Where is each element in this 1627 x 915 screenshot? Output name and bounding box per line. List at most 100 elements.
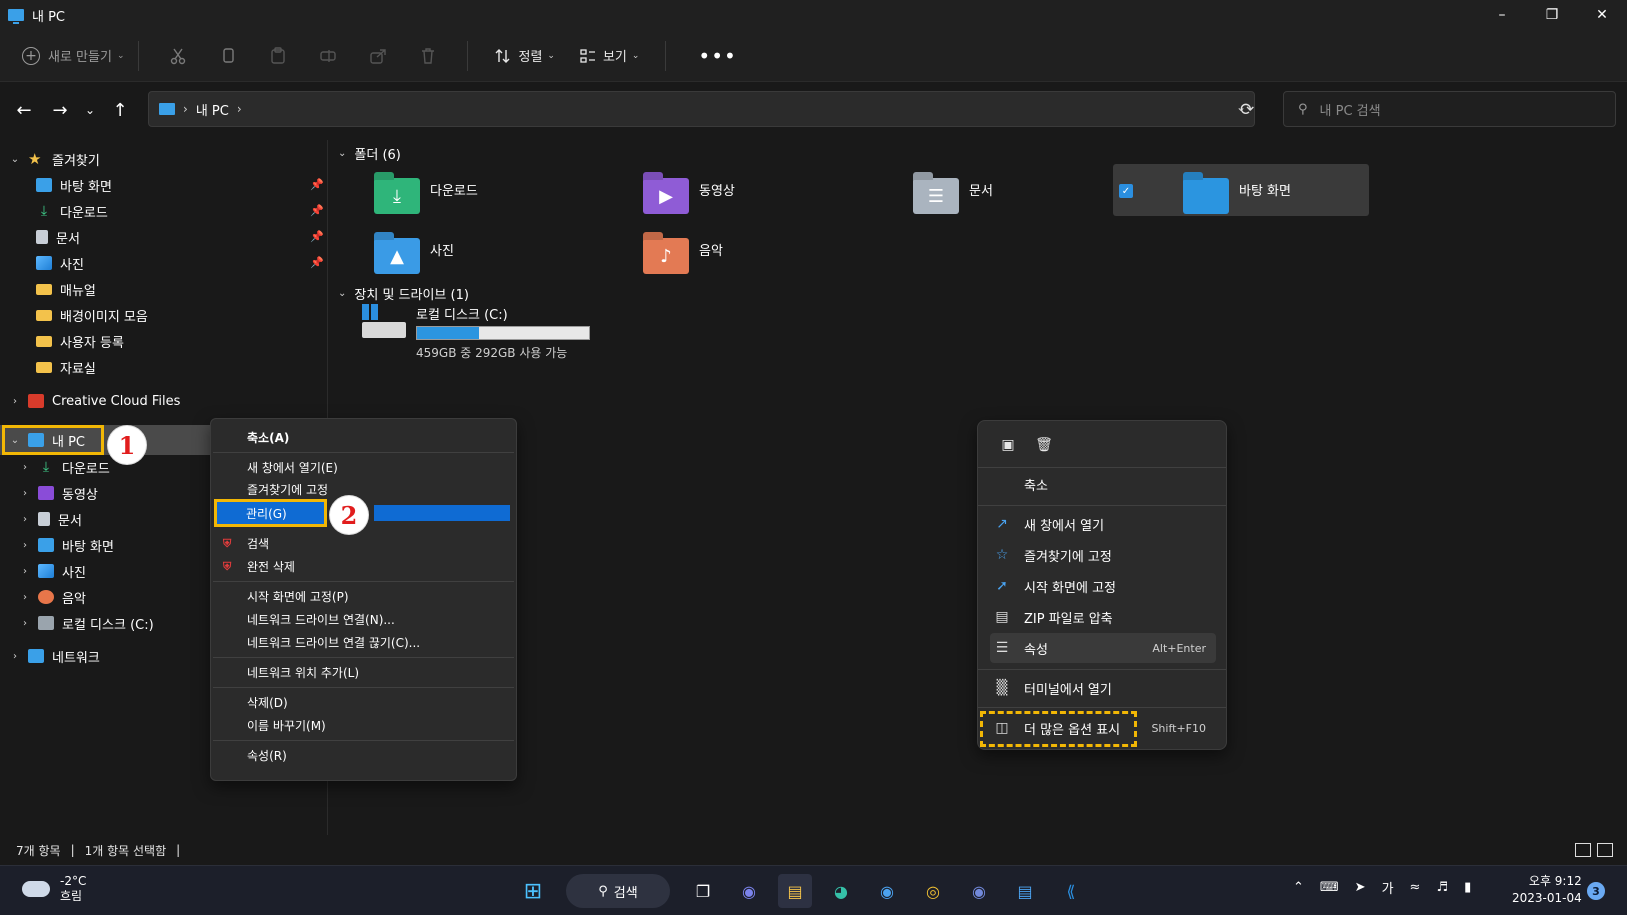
battery-icon[interactable]: ▮ bbox=[1464, 880, 1471, 895]
drives-group-header[interactable]: ⌄ 장치 및 드라이브 (1) bbox=[338, 284, 469, 303]
close-button[interactable]: ✕ bbox=[1577, 0, 1627, 30]
windows-start-icon[interactable]: ⊞ bbox=[516, 874, 550, 908]
forward-arrow-icon[interactable]: → bbox=[42, 92, 78, 128]
clock[interactable]: 오후 9:12 2023-01-04 bbox=[1512, 873, 1582, 907]
address-bar[interactable]: › 내 PC › ⌄ bbox=[148, 91, 1255, 127]
sidebar-item-documents[interactable]: 문서 bbox=[36, 224, 80, 250]
sidebar-item-user-registration[interactable]: 사용자 등록 bbox=[36, 328, 124, 354]
menu-item-properties[interactable]: 속성(R) bbox=[247, 747, 287, 764]
folder-downloads[interactable]: ⤓ 다운로드 bbox=[374, 178, 478, 214]
menu-item-disconnect-network-drive[interactable]: 네트워크 드라이브 연결 끊기(C)... bbox=[247, 634, 420, 651]
menu-item-pin-start[interactable]: ➚ 시작 화면에 고정 bbox=[990, 571, 1216, 601]
folder-videos[interactable]: ▶ 동영상 bbox=[643, 178, 735, 214]
menu-item-delete[interactable]: 삭제(D) bbox=[247, 694, 288, 711]
sidebar-item-pc-documents[interactable]: › 문서 bbox=[18, 506, 82, 532]
paste-button[interactable] bbox=[260, 40, 296, 72]
up-arrow-icon[interactable]: ↑ bbox=[102, 92, 138, 128]
folder-pictures[interactable]: ▲ 사진 bbox=[374, 238, 454, 274]
pin-icon[interactable]: 📌 bbox=[310, 178, 324, 191]
rename-icon[interactable]: ▣ bbox=[990, 433, 1026, 457]
sidebar-item-archive[interactable]: 자료실 bbox=[36, 354, 96, 380]
more-options-button[interactable]: ••• bbox=[698, 44, 736, 68]
chevron-down-icon: ⌄ bbox=[547, 50, 555, 61]
discord-icon[interactable]: ◉ bbox=[962, 874, 996, 908]
file-explorer-icon[interactable]: ▤ bbox=[778, 874, 812, 908]
recent-chevron-icon[interactable]: ⌄ bbox=[78, 92, 102, 128]
chevron-up-icon[interactable]: ⌃ bbox=[1293, 880, 1304, 895]
menu-item-pin-favorites[interactable]: ☆ 즐겨찾기에 고정 bbox=[990, 540, 1216, 570]
minimize-button[interactable]: – bbox=[1477, 0, 1527, 30]
folders-group-header[interactable]: ⌄ 폴더 (6) bbox=[338, 144, 401, 163]
menu-item-pin-start[interactable]: 시작 화면에 고정(P) bbox=[247, 588, 349, 605]
menu-item-manage[interactable]: 관리(G) bbox=[246, 505, 287, 522]
volume-icon[interactable]: ♬ bbox=[1436, 880, 1448, 895]
sidebar-item-pc-downloads[interactable]: › ⤓ 다운로드 bbox=[18, 454, 110, 480]
folder-documents[interactable]: ☰ 문서 bbox=[913, 178, 993, 214]
menu-item-terminal[interactable]: ▒ 터미널에서 열기 bbox=[990, 673, 1216, 703]
refresh-icon[interactable]: ⟳ bbox=[1240, 100, 1254, 120]
sidebar-item-network[interactable]: › 네트워크 bbox=[8, 643, 100, 669]
menu-item-zip[interactable]: ▤ ZIP 파일로 압축 bbox=[990, 602, 1216, 632]
search-box[interactable]: ⚲ 내 PC 검색 bbox=[1283, 91, 1616, 127]
notepad-icon[interactable]: ▤ bbox=[1008, 874, 1042, 908]
cut-button[interactable] bbox=[160, 40, 196, 72]
sidebar-item-pc-videos[interactable]: › 동영상 bbox=[18, 480, 98, 506]
menu-item-open-new-window[interactable]: ↗ 새 창에서 열기 bbox=[990, 509, 1216, 539]
menu-item-open-new-window[interactable]: 새 창에서 열기(E) bbox=[247, 459, 338, 476]
menu-item-map-network-drive[interactable]: 네트워크 드라이브 연결(N)... bbox=[247, 611, 395, 628]
sidebar-item-pc-pictures[interactable]: › 사진 bbox=[18, 558, 86, 584]
delete-button[interactable] bbox=[410, 40, 446, 72]
sidebar-item-downloads[interactable]: ⤓ 다운로드 bbox=[36, 198, 108, 224]
menu-item-pin-favorites[interactable]: 즐겨찾기에 고정 bbox=[247, 481, 328, 498]
pin-icon[interactable]: 📌 bbox=[310, 230, 324, 243]
copy-button[interactable] bbox=[210, 40, 246, 72]
menu-item-full-delete[interactable]: 완전 삭제 bbox=[247, 558, 295, 575]
rename-button[interactable] bbox=[310, 40, 346, 72]
vscode-icon[interactable]: ⟪ bbox=[1054, 874, 1088, 908]
tiles-view-icon[interactable] bbox=[1597, 843, 1613, 857]
menu-item-collapse[interactable]: 축소(A) bbox=[247, 429, 289, 446]
keyboard-icon[interactable]: ⌨ bbox=[1320, 880, 1339, 895]
bing-icon[interactable]: ◉ bbox=[870, 874, 904, 908]
sort-button[interactable]: 정렬 ⌄ bbox=[494, 46, 555, 65]
trash-icon[interactable]: 🗑 bbox=[1026, 433, 1062, 457]
ime-indicator[interactable]: 가 bbox=[1382, 878, 1394, 897]
sidebar-item-favorites[interactable]: ⌄ ★ 즐겨찾기 bbox=[8, 146, 100, 172]
sidebar-item-backgrounds[interactable]: 배경이미지 모음 bbox=[36, 302, 148, 328]
pin-icon[interactable]: 📌 bbox=[310, 256, 324, 269]
notification-badge[interactable]: 3 bbox=[1587, 882, 1605, 900]
sidebar-item-creative-cloud[interactable]: › Creative Cloud Files bbox=[8, 388, 180, 414]
wifi-icon[interactable]: ≈ bbox=[1410, 880, 1421, 895]
teams-chat-icon[interactable]: ◉ bbox=[732, 874, 766, 908]
pin-icon[interactable]: 📌 bbox=[310, 204, 324, 217]
menu-item-add-network-location[interactable]: 네트워크 위치 추가(L) bbox=[247, 664, 359, 681]
menu-item-collapse[interactable]: 축소 bbox=[990, 469, 1216, 499]
menu-item-rename[interactable]: 이름 바꾸기(M) bbox=[247, 717, 326, 734]
task-view-icon[interactable]: ❐ bbox=[686, 874, 720, 908]
details-view-icon[interactable] bbox=[1575, 843, 1591, 857]
sidebar-item-pc-desktop[interactable]: › 바탕 화면 bbox=[18, 532, 114, 558]
sidebar-item-desktop[interactable]: 바탕 화면 bbox=[36, 172, 112, 198]
sidebar-item-pc-local-disk[interactable]: › 로컬 디스크 (C:) bbox=[18, 610, 154, 636]
edge-browser-icon[interactable]: ◕ bbox=[824, 874, 858, 908]
share-button[interactable] bbox=[360, 40, 396, 72]
chrome-browser-icon[interactable]: ◎ bbox=[916, 874, 950, 908]
taskbar-search-button[interactable]: ⚲ 검색 bbox=[566, 874, 670, 908]
drive-local-disk[interactable]: 로컬 디스크 (C:) 459GB 중 292GB 사용 가능 bbox=[362, 304, 590, 361]
folder-desktop[interactable]: 바탕 화면 bbox=[1183, 178, 1291, 214]
sidebar-item-pc-music[interactable]: › 음악 bbox=[18, 584, 86, 610]
view-button[interactable]: 보기 ⌄ bbox=[579, 46, 639, 65]
folder-music[interactable]: ♪ 음악 bbox=[643, 238, 723, 274]
new-button[interactable]: + 새로 만들기 ⌄ bbox=[22, 46, 124, 65]
back-arrow-icon[interactable]: ← bbox=[6, 92, 42, 128]
menu-item-search[interactable]: 검색 bbox=[247, 535, 269, 552]
selection-checkbox[interactable]: ✓ bbox=[1119, 184, 1133, 198]
location-icon[interactable]: ➤ bbox=[1355, 880, 1366, 895]
search-placeholder: 내 PC 검색 bbox=[1319, 103, 1381, 119]
weather-widget[interactable]: -2°C 흐림 bbox=[22, 874, 86, 904]
restore-button[interactable]: ❐ bbox=[1527, 0, 1577, 30]
sidebar-item-manual[interactable]: 매뉴얼 bbox=[36, 276, 96, 302]
menu-item-properties[interactable]: ☰ 속성 Alt+Enter bbox=[990, 633, 1216, 663]
breadcrumb-mypc[interactable]: 내 PC bbox=[196, 100, 229, 119]
sidebar-item-pictures[interactable]: 사진 bbox=[36, 250, 84, 276]
